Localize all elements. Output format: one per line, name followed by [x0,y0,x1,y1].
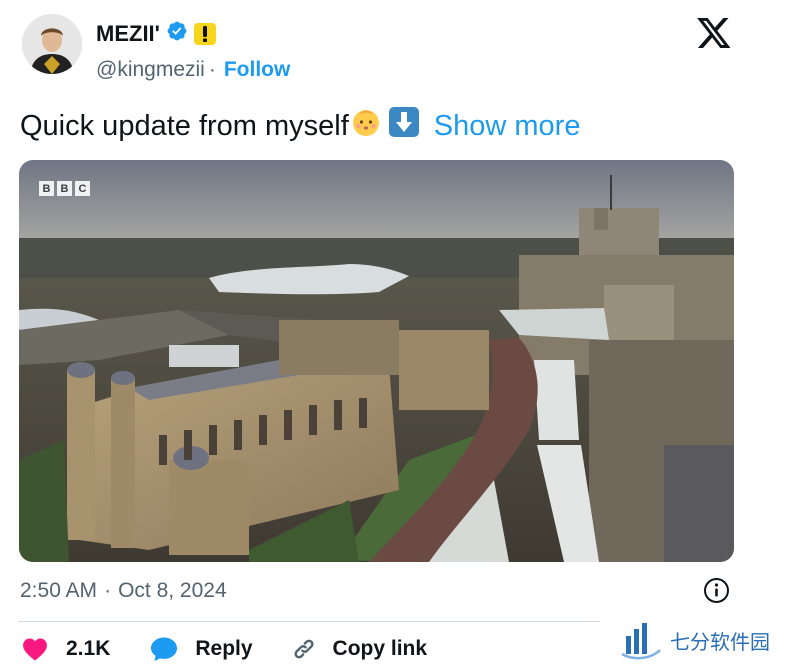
copy-link-label: Copy link [332,637,428,660]
show-more-link[interactable]: Show more [434,110,581,143]
bbc-letter: C [75,181,90,196]
author-display-name[interactable]: MEZII' [96,21,160,47]
heart-icon [23,638,47,661]
baby-face-emoji [349,106,382,146]
info-icon[interactable] [703,577,730,604]
like-count: 2.1K [66,637,111,660]
video-player[interactable]: B B C [19,160,734,562]
like-button[interactable]: 2.1K [22,637,110,661]
down-arrow-emoji [382,106,420,146]
avatar[interactable] [22,14,82,74]
watermark-text: 七分软件园 [670,629,770,654]
author-handle-row: @kingmezii · Follow [96,58,290,82]
link-icon [294,639,314,659]
reply-button[interactable]: Reply [150,636,253,662]
tweet-date: Oct 8, 2024 [118,579,227,602]
author-handle[interactable]: @kingmezii [96,58,205,82]
tweet-time: 2:50 AM [20,579,98,602]
author-name-row: MEZII' [96,20,216,47]
tweet-text: Quick update from myself Show more [20,106,580,146]
tweet-timestamp[interactable]: 2:50 AM · Oct 8, 2024 [20,579,227,603]
follow-button[interactable]: Follow [224,58,291,82]
timestamp-separator: · [104,579,112,602]
bbc-letter: B [57,181,72,196]
divider [18,621,600,622]
tweet-card: MEZII' @kingmezii · Follow Quick update … [0,0,800,670]
exclamation-badge-icon [193,22,216,45]
bbc-logo: B B C [39,181,90,196]
reply-label: Reply [195,637,253,660]
x-logo-icon[interactable] [696,16,732,50]
verified-icon [166,20,188,47]
bbc-letter: B [39,181,54,196]
tweet-body: Quick update from myself [20,109,349,142]
reply-bubble-icon [151,637,178,661]
watermark: 七分软件园 [620,620,770,660]
watermark-logo-icon [621,623,661,660]
copy-link-button[interactable]: Copy link [291,636,428,662]
aerial-castle-image [19,160,734,562]
handle-separator: · [208,58,216,81]
action-bar: 2.1K Reply Copy link [22,636,427,662]
